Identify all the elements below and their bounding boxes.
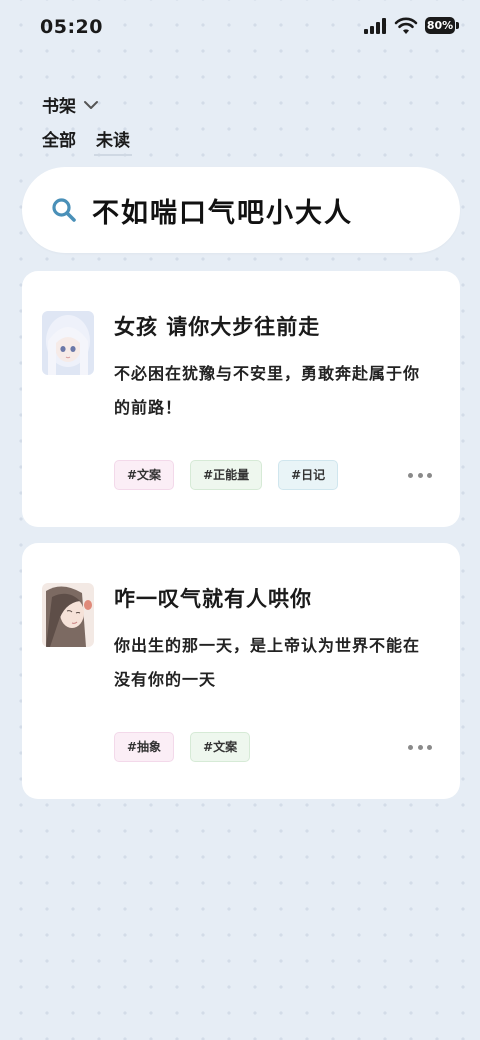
avatar — [42, 583, 94, 647]
wifi-icon — [394, 17, 418, 34]
tab-all[interactable]: 全部 — [42, 126, 76, 156]
search-input[interactable]: 不如喘口气吧小大人 — [22, 167, 460, 253]
status-bar: 05:20 80% — [0, 0, 480, 54]
tag[interactable]: #文案 — [114, 460, 175, 490]
tag[interactable]: #正能量 — [190, 460, 263, 490]
search-icon — [52, 198, 76, 222]
avatar — [42, 311, 94, 375]
card-body: 不必困在犹豫与不安里，勇敢奔赴属于你的前路！ — [114, 364, 421, 417]
more-icon[interactable] — [408, 735, 432, 759]
tag-list: #文案 #正能量 #日记 — [114, 460, 339, 490]
shelf-dropdown[interactable]: 书架 — [42, 92, 100, 117]
tab-unread[interactable]: 未读 — [94, 126, 132, 156]
status-time: 05:20 — [40, 16, 103, 38]
note-card[interactable]: 女孩 请你大步往前走 不必困在犹豫与不安里，勇敢奔赴属于你的前路！ #文案 #正… — [22, 271, 460, 527]
battery-icon: 80% — [425, 17, 455, 34]
card-title: 女孩 请你大步往前走 — [114, 315, 321, 339]
tag[interactable]: #抽象 — [114, 732, 175, 762]
search-query: 不如喘口气吧小大人 — [92, 197, 353, 229]
filter-tabs: 全部 未读 — [42, 126, 132, 156]
shelf-title: 书架 — [42, 97, 76, 117]
battery-cap — [456, 22, 459, 29]
note-card[interactable]: 咋一叹气就有人哄你 你出生的那一天，是上帝认为世界不能在没有你的一天 #抽象 #… — [22, 543, 460, 799]
tag[interactable]: #文案 — [190, 732, 251, 762]
tag-list: #抽象 #文案 — [114, 732, 251, 762]
tag[interactable]: #日记 — [278, 460, 339, 490]
more-icon[interactable] — [408, 463, 432, 487]
chevron-down-icon — [84, 100, 98, 109]
card-body: 你出生的那一天，是上帝认为世界不能在没有你的一天 — [114, 636, 421, 689]
card-title: 咋一叹气就有人哄你 — [114, 587, 312, 611]
signal-icon — [364, 18, 388, 34]
